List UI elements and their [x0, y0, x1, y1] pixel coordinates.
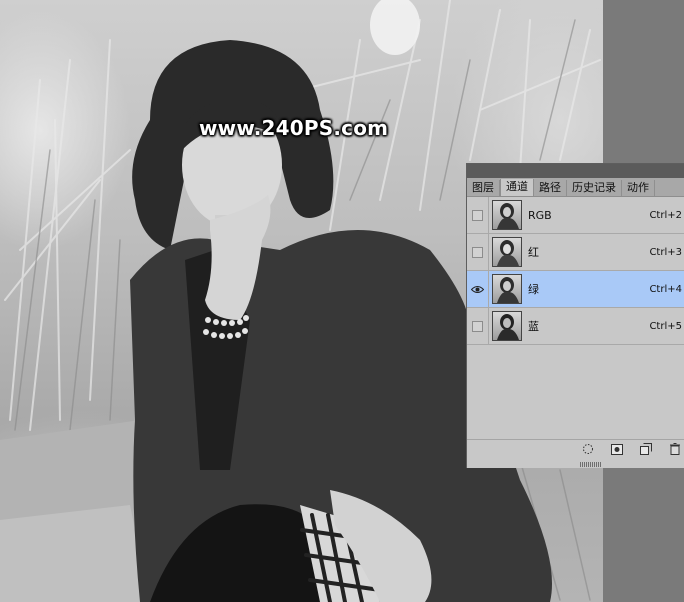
channel-shortcut: Ctrl+4 [649, 283, 682, 295]
channel-name: RGB [528, 208, 552, 222]
watermark-text: www.240PS.com [199, 116, 389, 140]
visibility-off-icon [472, 209, 483, 221]
panel-footer [467, 439, 684, 458]
delete-channel-icon[interactable] [668, 443, 682, 455]
visibility-toggle[interactable] [467, 234, 489, 270]
visibility-toggle[interactable] [467, 308, 489, 344]
channels-panel: 图层 通道 路径 历史记录 动作 RGB Ctrl+2 红 Ctrl+3 绿 C… [466, 163, 684, 468]
channel-row-blue[interactable]: 蓝 Ctrl+5 [467, 308, 684, 345]
channel-shortcut: Ctrl+5 [649, 320, 682, 332]
channel-thumbnail [492, 274, 522, 304]
visibility-off-icon [472, 320, 483, 332]
save-selection-icon[interactable] [610, 443, 624, 455]
panel-resize-grip[interactable] [580, 462, 602, 467]
channel-thumbnail [492, 311, 522, 341]
visibility-toggle[interactable] [467, 271, 489, 307]
tab-channels[interactable]: 通道 [500, 179, 534, 196]
visibility-off-icon [472, 246, 483, 258]
tab-paths[interactable]: 路径 [534, 180, 567, 196]
channel-row-rgb[interactable]: RGB Ctrl+2 [467, 197, 684, 234]
channel-list: RGB Ctrl+2 红 Ctrl+3 绿 Ctrl+4 蓝 Ctrl+5 [467, 197, 684, 345]
tab-actions[interactable]: 动作 [622, 180, 655, 196]
tab-layers[interactable]: 图层 [467, 180, 500, 196]
channel-shortcut: Ctrl+2 [649, 209, 682, 221]
panel-tab-bar: 图层 通道 路径 历史记录 动作 [467, 178, 684, 197]
eye-icon [471, 285, 484, 293]
channel-shortcut: Ctrl+3 [649, 246, 682, 258]
visibility-toggle[interactable] [467, 197, 489, 233]
channel-name: 绿 [528, 283, 539, 296]
channel-thumbnail [492, 237, 522, 267]
channel-thumbnail [492, 200, 522, 230]
panel-title-bar[interactable] [467, 164, 684, 178]
load-selection-icon[interactable] [581, 443, 595, 455]
new-channel-icon[interactable] [639, 443, 653, 455]
channel-row-red[interactable]: 红 Ctrl+3 [467, 234, 684, 271]
channel-name: 蓝 [528, 320, 539, 333]
channel-name: 红 [528, 246, 539, 259]
channel-row-green[interactable]: 绿 Ctrl+4 [467, 271, 684, 308]
tab-history[interactable]: 历史记录 [567, 180, 622, 196]
